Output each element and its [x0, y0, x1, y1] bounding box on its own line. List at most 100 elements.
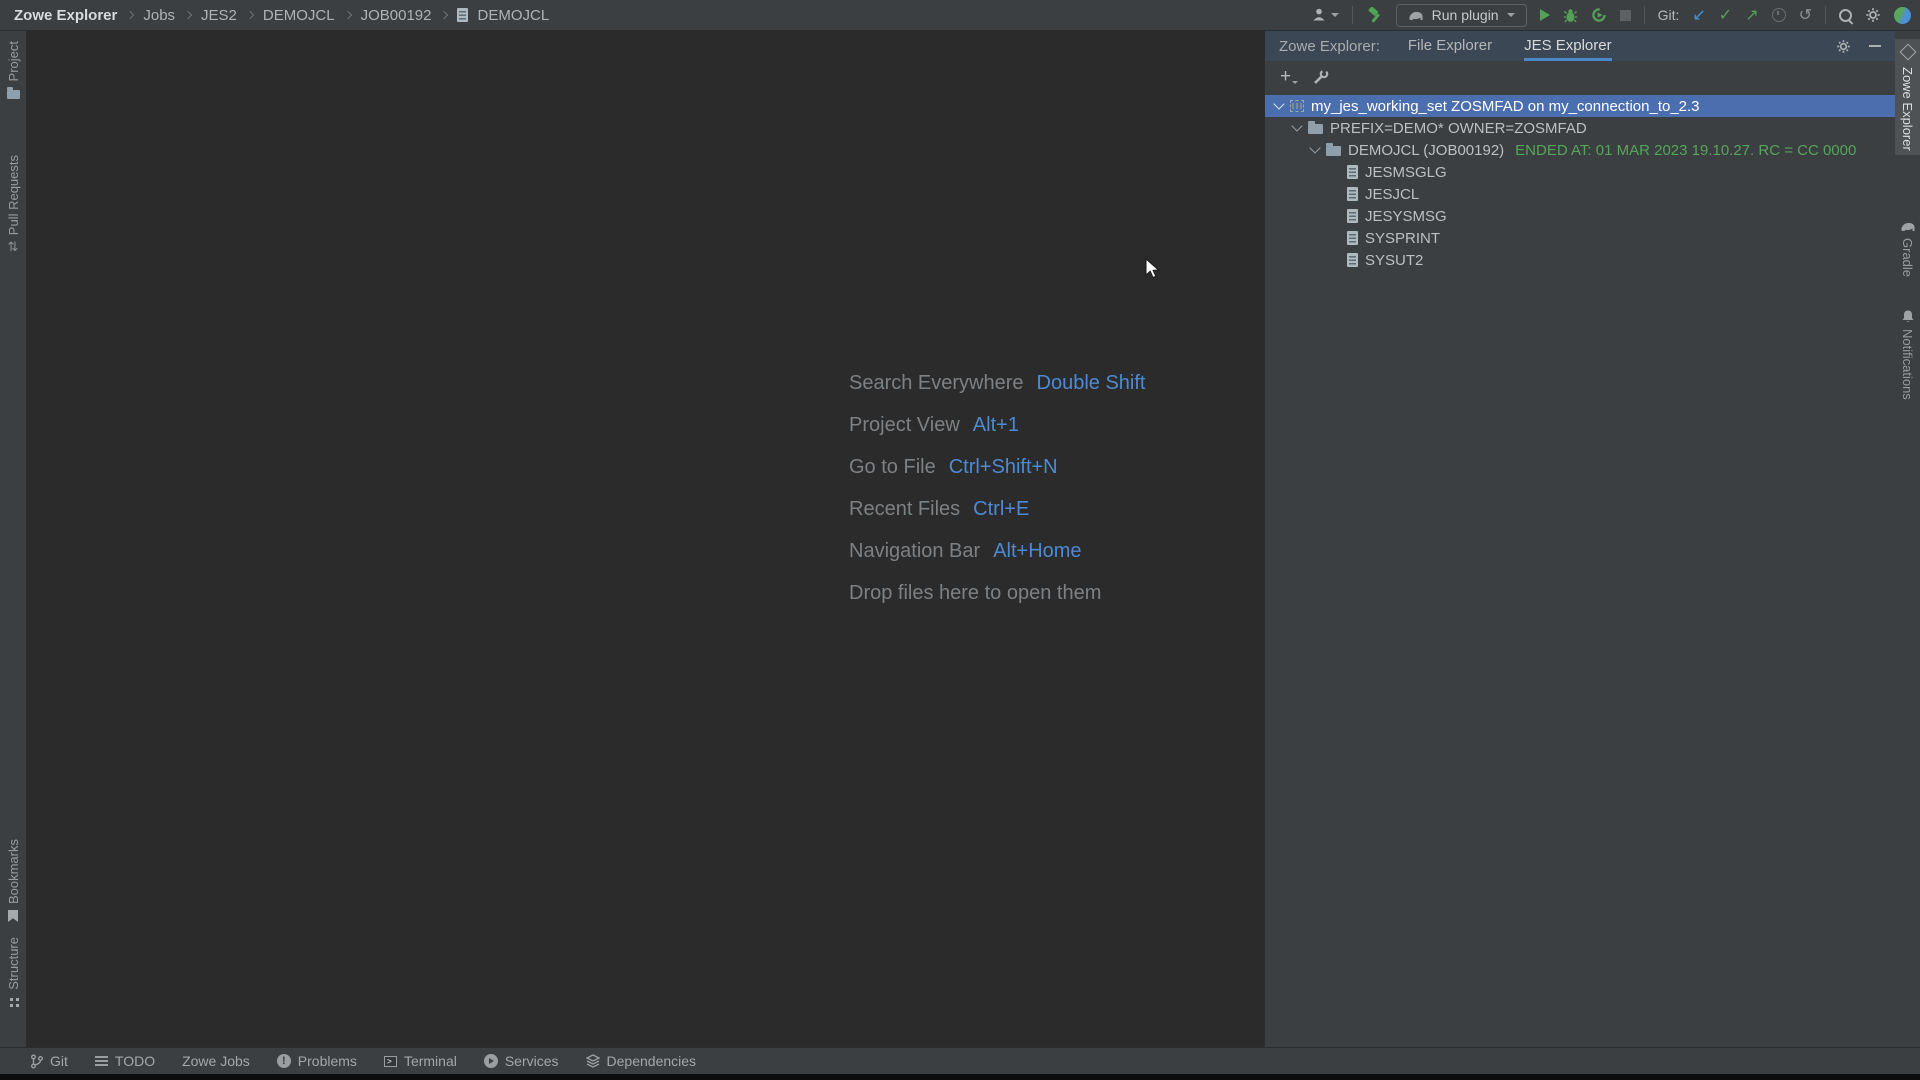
- tool-button-services[interactable]: Services: [484, 1053, 559, 1069]
- dependencies-layers-icon: [586, 1054, 600, 1068]
- history-icon[interactable]: [1772, 8, 1786, 22]
- hint-row: Search Everywhere Double Shift: [849, 372, 1146, 394]
- breadcrumb: Zowe Explorer Jobs JES2 DEMOJCL JOB00192…: [0, 7, 549, 24]
- spool-file-label: JESMSGLG: [1365, 164, 1447, 181]
- hint-shortcut: Alt+1: [973, 414, 1019, 437]
- tool-button-label: Zowe Jobs: [182, 1053, 250, 1069]
- chevron-down-icon[interactable]: [1273, 98, 1284, 109]
- spool-file-label: SYSUT2: [1365, 252, 1423, 269]
- gear-icon: [1865, 7, 1881, 23]
- tool-stripe-label: Zowe Explorer: [1901, 67, 1914, 151]
- add-working-set-button[interactable]: +: [1280, 67, 1298, 86]
- wrench-icon[interactable]: [1313, 69, 1329, 85]
- tool-button-problems[interactable]: Problems: [277, 1053, 357, 1069]
- tool-button-todo[interactable]: TODO: [95, 1053, 155, 1069]
- chevron-down-icon[interactable]: [1309, 142, 1320, 153]
- tool-stripe-label: Notifications: [1901, 329, 1914, 400]
- hint-label: Recent Files: [849, 498, 960, 521]
- breadcrumb-item-jobs[interactable]: Jobs: [143, 7, 175, 24]
- tab-jes-explorer[interactable]: JES Explorer: [1524, 31, 1612, 61]
- search-everywhere-icon[interactable]: [1839, 9, 1852, 22]
- debug-button[interactable]: [1563, 8, 1578, 23]
- tool-button-zowe-jobs[interactable]: Zowe Jobs: [182, 1053, 250, 1069]
- tool-button-terminal[interactable]: Terminal: [384, 1053, 457, 1069]
- sidebar-item-structure[interactable]: Structure: [0, 933, 26, 1011]
- gradle-icon: [1408, 10, 1424, 21]
- job-status-badge: ENDED AT: 01 MAR 2023 19.10.27. RC = CC …: [1515, 142, 1856, 159]
- bell-icon: [1901, 309, 1915, 323]
- breadcrumb-item-jes2[interactable]: JES2: [201, 7, 237, 24]
- hint-label: Navigation Bar: [849, 540, 980, 563]
- main-toolbar: Zowe Explorer Jobs JES2 DEMOJCL JOB00192…: [0, 0, 1920, 31]
- chevron-right-icon: [184, 11, 192, 19]
- right-tool-stripe: Zowe Explorer Gradle Notifications: [1894, 31, 1920, 1048]
- profiler-icon: [1591, 7, 1607, 23]
- hammer-icon: [1366, 7, 1383, 24]
- project-folder-icon: [7, 90, 20, 99]
- stop-button[interactable]: [1620, 10, 1631, 21]
- zowe-icon: [1899, 44, 1916, 61]
- tree-row-spool-file[interactable]: SYSUT2: [1265, 249, 1895, 271]
- chevron-down-icon: [1507, 13, 1515, 17]
- sidebar-item-notifications[interactable]: Notifications: [1895, 305, 1920, 404]
- job-label: DEMOJCL (JOB00192): [1348, 142, 1504, 159]
- tree-row-spool-file[interactable]: JESJCL: [1265, 183, 1895, 205]
- breadcrumb-item-file-demojcl[interactable]: DEMOJCL: [477, 7, 549, 24]
- tree-row-spool-file[interactable]: SYSPRINT: [1265, 227, 1895, 249]
- window-bottom-edge: [0, 1074, 1920, 1080]
- git-update-icon[interactable]: ↙: [1692, 7, 1705, 23]
- tool-button-dependencies[interactable]: Dependencies: [586, 1053, 697, 1069]
- services-icon: [484, 1054, 498, 1068]
- tree-row-spool-file[interactable]: JESMSGLG: [1265, 161, 1895, 183]
- tool-stripe-label: Bookmarks: [7, 839, 20, 904]
- hide-tool-window-icon[interactable]: [1869, 45, 1881, 47]
- sidebar-item-zowe-explorer[interactable]: Zowe Explorer: [1895, 39, 1920, 155]
- sidebar-item-bookmarks[interactable]: Bookmarks: [0, 835, 26, 926]
- user-menu-button[interactable]: [1311, 7, 1339, 23]
- sidebar-item-pull-requests[interactable]: Pull Requests ⇅: [0, 151, 26, 258]
- tree-row-filter[interactable]: PREFIX=DEMO* OWNER=ZOSMFAD: [1265, 117, 1895, 139]
- sidebar-item-project[interactable]: Project: [0, 37, 26, 103]
- gradle-icon: [1900, 221, 1916, 232]
- breadcrumb-item-demojcl[interactable]: DEMOJCL: [263, 7, 335, 24]
- git-commit-icon[interactable]: ✓: [1719, 7, 1732, 23]
- tree-row-job[interactable]: DEMOJCL (JOB00192) ENDED AT: 01 MAR 2023…: [1265, 139, 1895, 161]
- settings-button[interactable]: [1865, 7, 1881, 23]
- breadcrumb-item-root[interactable]: Zowe Explorer: [14, 7, 117, 24]
- file-icon: [1347, 209, 1358, 223]
- sidebar-item-gradle[interactable]: Gradle: [1895, 217, 1920, 281]
- profile-avatar[interactable]: [1894, 7, 1911, 24]
- tool-window-actions: [1836, 39, 1881, 54]
- run-configuration-select[interactable]: Run plugin: [1396, 4, 1527, 27]
- run-button[interactable]: [1540, 9, 1550, 21]
- toolbar-run-controls: Run plugin Git: ↙ ✓: [1311, 4, 1920, 27]
- hint-row: Go to File Ctrl+Shift+N: [849, 456, 1146, 478]
- left-tool-stripe: Project Pull Requests ⇅ Bookmarks Struct…: [0, 31, 27, 1048]
- git-push-icon[interactable]: ↗: [1745, 7, 1758, 23]
- tree-row-working-set[interactable]: my_jes_working_set ZOSMFAD on my_connect…: [1265, 95, 1895, 117]
- tool-button-git[interactable]: Git: [30, 1053, 68, 1069]
- hint-shortcut: Ctrl+Shift+N: [949, 456, 1058, 479]
- filter-label: PREFIX=DEMO* OWNER=ZOSMFAD: [1330, 120, 1587, 137]
- hint-shortcut: Ctrl+E: [973, 498, 1029, 521]
- build-button[interactable]: [1366, 7, 1383, 24]
- undo-icon[interactable]: ↺: [1799, 7, 1812, 23]
- tree-row-spool-file[interactable]: JESYSMSG: [1265, 205, 1895, 227]
- hint-shortcut: Double Shift: [1037, 372, 1146, 395]
- tool-stripe-label: Project: [7, 41, 20, 81]
- chevron-down-icon[interactable]: [1291, 120, 1302, 131]
- file-icon: [457, 8, 468, 22]
- terminal-icon: [384, 1056, 397, 1067]
- drop-files-hint: Drop files here to open them: [849, 582, 1101, 605]
- profiler-button[interactable]: [1591, 7, 1607, 23]
- jes-explorer-toolbar: +: [1265, 61, 1895, 92]
- tool-stripe-label: Gradle: [1901, 238, 1914, 277]
- hint-row: Project View Alt+1: [849, 414, 1146, 436]
- gear-icon[interactable]: [1836, 39, 1851, 54]
- git-branch-icon: [30, 1054, 43, 1069]
- breadcrumb-item-job00192[interactable]: JOB00192: [361, 7, 432, 24]
- tab-file-explorer[interactable]: File Explorer: [1408, 31, 1492, 61]
- tool-button-label: Dependencies: [607, 1053, 697, 1069]
- ide-window: Zowe Explorer Jobs JES2 DEMOJCL JOB00192…: [0, 0, 1920, 1080]
- git-widget-label: Git:: [1658, 7, 1680, 23]
